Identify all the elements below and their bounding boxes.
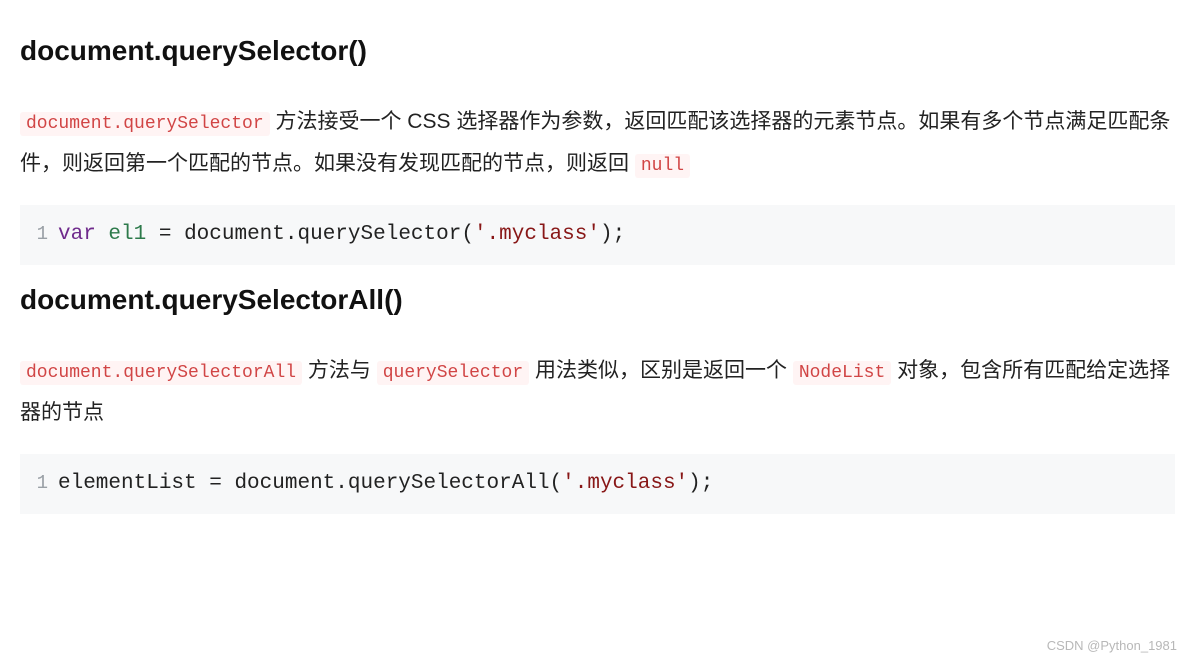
code-inline-queryselector-ref: querySelector — [377, 361, 529, 385]
code-inline-queryselector: document.querySelector — [20, 112, 270, 136]
token-equals: = — [209, 472, 222, 495]
token-dot: . — [335, 472, 348, 495]
token-keyword: var — [58, 223, 96, 246]
token-variable: el1 — [108, 223, 146, 246]
desc-queryselector: document.querySelector 方法接受一个 CSS 选择器作为参… — [20, 101, 1175, 185]
token-space — [197, 472, 210, 495]
token-space — [222, 472, 235, 495]
token-equals: = — [159, 223, 172, 246]
token-method: querySelectorAll — [348, 472, 550, 495]
token-lhs: elementList — [58, 472, 197, 495]
token-open-paren: ( — [550, 472, 563, 495]
line-number: 1 — [20, 216, 48, 252]
code-inline-nodelist: NodeList — [793, 361, 891, 385]
heading-queryselectorall: document.querySelectorAll() — [20, 273, 1175, 326]
codeblock-queryselector: 1 var el1 = document.querySelector('.mycl… — [20, 205, 1175, 265]
code-line: elementList = document.querySelectorAll(… — [58, 464, 713, 504]
token-string: '.myclass' — [474, 223, 600, 246]
code-inline-queryselectorall: document.querySelectorAll — [20, 361, 302, 385]
token-close-paren: ) — [600, 223, 613, 246]
heading-queryselector: document.querySelector() — [20, 24, 1175, 77]
token-dot: . — [285, 223, 298, 246]
token-method: querySelector — [298, 223, 462, 246]
desc-text: 方法与 — [302, 359, 377, 382]
watermark: CSDN @Python_1981 — [1047, 634, 1177, 659]
code-line: var el1 = document.querySelector('.mycla… — [58, 215, 625, 255]
token-close-paren: ) — [688, 472, 701, 495]
codeblock-queryselectorall: 1 elementList = document.querySelectorAll… — [20, 454, 1175, 514]
code-inline-null: null — [635, 154, 690, 178]
desc-text: 用法类似，区别是返回一个 — [529, 359, 793, 382]
token-string: '.myclass' — [562, 472, 688, 495]
line-number: 1 — [20, 465, 48, 501]
token-open-paren: ( — [461, 223, 474, 246]
token-object: document — [234, 472, 335, 495]
token-object: document — [184, 223, 285, 246]
token-space — [171, 223, 184, 246]
token-semicolon: ; — [613, 223, 626, 246]
token-space — [96, 223, 109, 246]
token-space — [146, 223, 159, 246]
desc-queryselectorall: document.querySelectorAll 方法与 querySelec… — [20, 350, 1175, 434]
token-semicolon: ; — [701, 472, 714, 495]
